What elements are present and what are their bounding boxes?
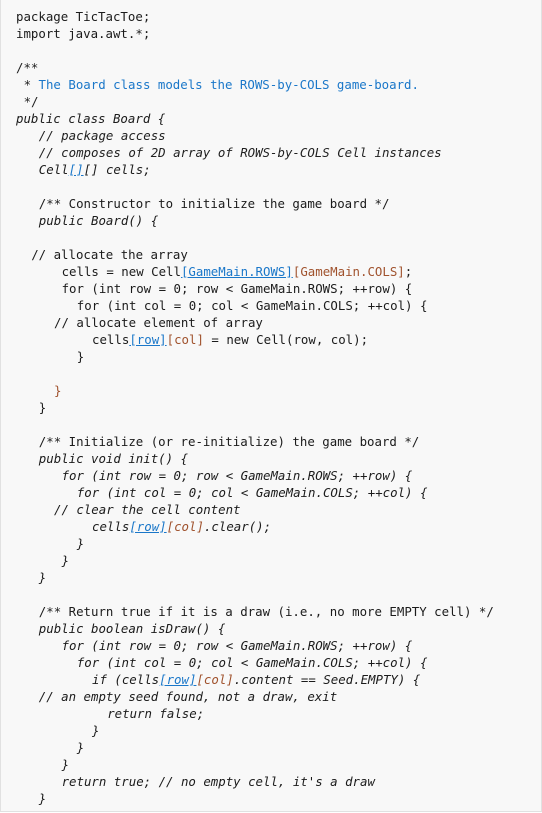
code-token: public boolean isDraw() { [38,621,226,636]
code-token: } [54,383,62,398]
code-token: for (int col = 0; col < GameMain.COLS; +… [76,485,428,500]
code-token: // allocate element of array [54,315,263,330]
code-line: } [92,722,99,739]
code-token: [row] [129,332,167,347]
code-line: if (cells[row][col].content == Seed.EMPT… [92,671,420,688]
code-token: } [76,536,85,551]
code-line: } [62,756,69,773]
code-token: ; [404,264,413,279]
code-line: // composes of 2D array of ROWS-by-COLS … [39,144,442,161]
code-token: // package access [38,128,166,143]
code-token: /** [16,60,39,75]
code-line: // allocate the array [31,246,188,263]
code-line: /** Constructor to initialize the game b… [39,195,390,212]
code-line: // package access [39,127,166,144]
code-token: import java.awt.*; [16,26,151,41]
code-line: // an empty seed found, not a draw, exit [39,688,337,705]
code-token: public Board() { [38,213,159,228]
code-line: } [39,399,46,416]
code-token: .clear(); [203,519,272,534]
code-token: cells [92,519,130,534]
code-token: } [38,791,47,806]
code-token: return true; // no empty cell, it's a dr… [61,774,375,789]
code-token: [col] [166,332,204,347]
code-line: } [77,535,84,552]
code-line: /** Return true if it is a draw (i.e., n… [39,603,494,620]
code-token: for (int col = 0; col < GameMain.COLS; +… [76,298,428,313]
code-token: [GameMain.COLS] [292,264,405,279]
code-token: package TicTacToe; [16,9,151,24]
code-token: } [76,740,85,755]
code-token: cells = new Cell [61,264,181,279]
code-line: /** Initialize (or re-initialize) the ga… [39,433,419,450]
code-line: public class Board { [16,110,165,127]
code-line: public Board() { [39,212,158,229]
code-line: } [62,552,69,569]
code-token: return false; [107,706,205,721]
code-line: // allocate element of array [54,314,263,331]
code-token: * [23,77,39,92]
code-token: The Board class models the ROWS-by-COLS … [38,77,419,92]
code-token: for (int row = 0; row < GameMain.ROWS; +… [61,638,413,653]
code-token: [] [68,162,84,177]
code-line: cells = new Cell[GameMain.ROWS][GameMain… [62,263,413,280]
code-line: } [39,569,46,586]
code-token: public void init() { [38,451,188,466]
code-line: for (int col = 0; col < GameMain.COLS; +… [77,654,428,671]
code-token: [row] [159,672,197,687]
code-token: /** Return true if it is a draw (i.e., n… [38,604,494,619]
code-line: } [77,739,84,756]
code-line: for (int row = 0; row < GameMain.ROWS; +… [62,637,413,654]
code-line: for (int row = 0; row < GameMain.ROWS; +… [62,467,413,484]
code-token: [col] [196,672,234,687]
code-token: // composes of 2D array of ROWS-by-COLS … [38,145,442,160]
code-line: cells[row][col].clear(); [92,518,271,535]
code-editor[interactable]: package TicTacToe; import java.awt.*;/** *… [0,0,542,812]
code-line: import java.awt.*; [16,25,150,42]
code-line: Cell[][] cells; [39,161,151,178]
code-token: .content == Seed.EMPTY) { [233,672,421,687]
code-line: /** [16,59,38,76]
code-token: } [76,349,85,364]
code-token: } [38,570,47,585]
code-token: /** Initialize (or re-initialize) the ga… [38,434,420,449]
code-token: [GameMain.ROWS] [180,264,293,279]
code-token: } [38,400,47,415]
code-line: for (int row = 0; row < GameMain.ROWS; +… [62,280,413,297]
code-token: [col] [166,519,204,534]
code-token: // allocate the array [31,247,188,262]
code-token: cells [92,332,130,347]
code-token: [] cells; [83,162,151,177]
code-token: if (cells [92,672,160,687]
code-token: for (int row = 0; row < GameMain.ROWS; +… [61,468,413,483]
code-line: } [39,790,46,807]
code-token: [row] [129,519,167,534]
code-token: } [61,757,70,772]
code-token: = new Cell(row, col); [203,332,369,347]
code-token: // an empty seed found, not a draw, exit [38,689,338,704]
code-line: } [54,382,61,399]
code-line: for (int col = 0; col < GameMain.COLS; +… [77,297,428,314]
code-line: * The Board class models the ROWS-by-COL… [24,76,419,93]
code-token: for (int col = 0; col < GameMain.COLS; +… [76,655,428,670]
code-line: package TicTacToe; [16,8,150,25]
code-token: for (int row = 0; row < GameMain.ROWS; +… [61,281,413,296]
code-line: cells[row][col] = new Cell(row, col); [92,331,368,348]
code-line: } [77,348,84,365]
code-line: // clear the cell content [54,501,241,518]
code-token: */ [23,94,39,109]
code-line: public void init() { [39,450,188,467]
code-token: } [61,553,70,568]
code-token: public class Board { [16,111,166,126]
code-line: return false; [107,705,204,722]
code-token: // clear the cell content [54,502,241,517]
code-line: public boolean isDraw() { [39,620,226,637]
code-token: } [92,723,100,738]
code-line: return true; // no empty cell, it's a dr… [62,773,375,790]
code-token: Cell [38,162,69,177]
code-line: for (int col = 0; col < GameMain.COLS; +… [77,484,428,501]
code-token: /** Constructor to initialize the game b… [38,196,390,211]
code-line: */ [24,93,39,110]
